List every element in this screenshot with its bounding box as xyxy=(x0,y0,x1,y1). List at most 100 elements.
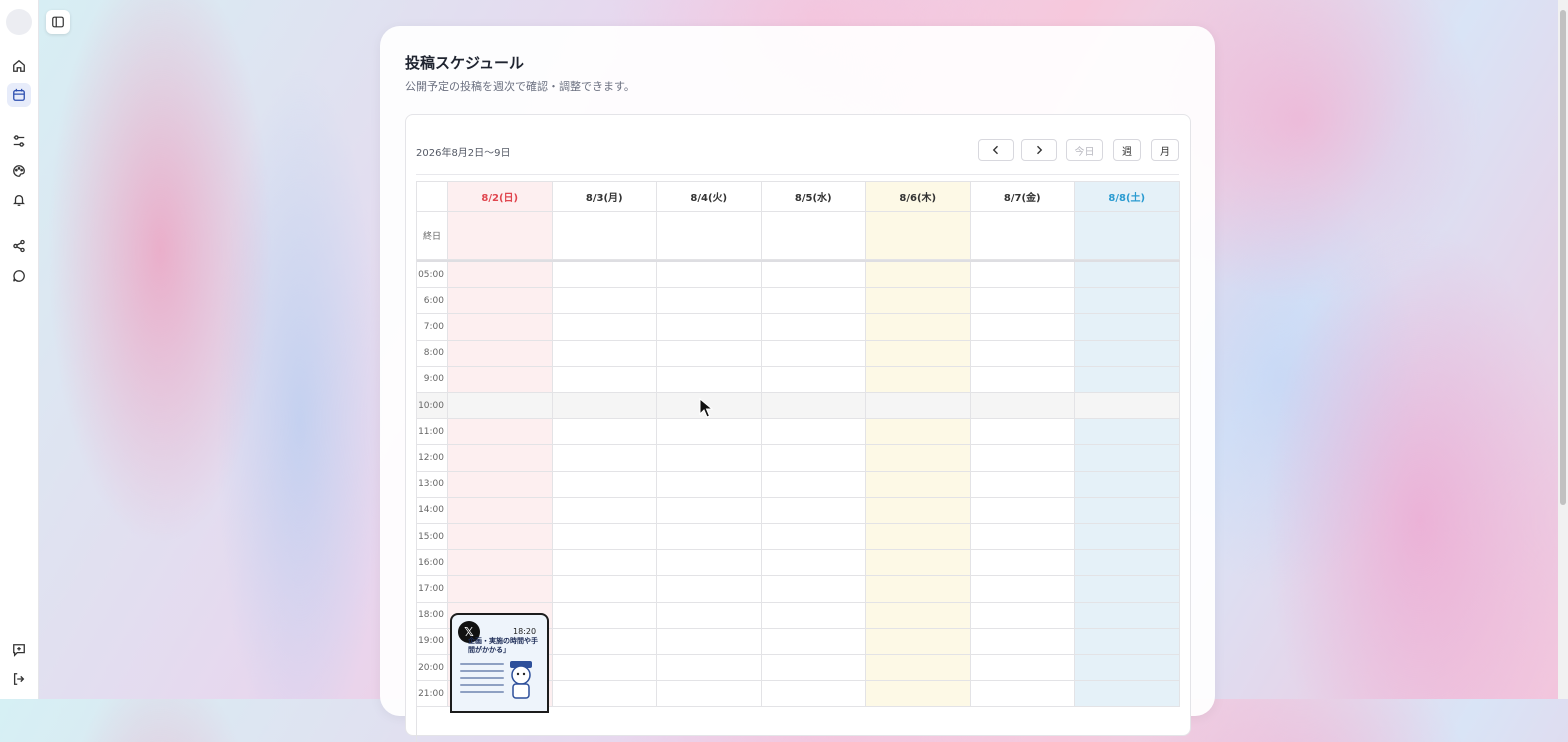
time-slot[interactable] xyxy=(448,419,553,446)
time-slot[interactable] xyxy=(657,340,762,367)
time-slot[interactable] xyxy=(552,550,657,577)
time-slot[interactable] xyxy=(448,262,553,289)
allday-cell[interactable] xyxy=(866,212,971,260)
time-slot[interactable] xyxy=(552,262,657,289)
time-slot[interactable] xyxy=(866,366,971,393)
time-slot[interactable] xyxy=(552,681,657,708)
time-slot[interactable] xyxy=(761,655,866,682)
time-slot[interactable] xyxy=(448,524,553,551)
time-slot[interactable] xyxy=(552,340,657,367)
time-slot[interactable] xyxy=(657,262,762,289)
day-header[interactable]: 8/3(月) xyxy=(552,182,657,212)
time-slot[interactable] xyxy=(866,576,971,603)
time-slot[interactable] xyxy=(1075,445,1180,472)
time-slot[interactable] xyxy=(552,497,657,524)
time-slot[interactable] xyxy=(761,393,866,420)
sidebar-toggle-icon[interactable] xyxy=(46,10,70,34)
time-slot[interactable] xyxy=(552,655,657,682)
time-slot[interactable] xyxy=(448,471,553,498)
time-slot[interactable] xyxy=(1075,393,1180,420)
time-slot[interactable] xyxy=(761,576,866,603)
time-slot[interactable] xyxy=(657,602,762,629)
time-slot[interactable] xyxy=(970,681,1075,708)
time-slot[interactable] xyxy=(866,288,971,315)
time-slot[interactable] xyxy=(970,655,1075,682)
time-slot[interactable] xyxy=(970,288,1075,315)
time-slot[interactable] xyxy=(1075,419,1180,446)
time-slot[interactable] xyxy=(448,550,553,577)
time-slot[interactable] xyxy=(866,393,971,420)
time-slot[interactable] xyxy=(866,419,971,446)
time-slot[interactable] xyxy=(866,655,971,682)
day-header[interactable]: 8/2(日) xyxy=(448,182,553,212)
time-slot[interactable] xyxy=(761,524,866,551)
time-slot[interactable] xyxy=(1075,681,1180,708)
time-slot[interactable] xyxy=(657,445,762,472)
time-slot[interactable] xyxy=(448,314,553,341)
time-slot[interactable] xyxy=(866,497,971,524)
allday-cell[interactable] xyxy=(1075,212,1180,260)
palette-icon[interactable] xyxy=(7,159,31,183)
time-slot[interactable] xyxy=(970,445,1075,472)
time-slot[interactable] xyxy=(657,314,762,341)
time-slot[interactable] xyxy=(552,524,657,551)
time-slot[interactable] xyxy=(1075,471,1180,498)
time-slot[interactable] xyxy=(448,497,553,524)
logout-icon[interactable] xyxy=(7,667,31,691)
share-icon[interactable] xyxy=(7,234,31,258)
time-slot[interactable] xyxy=(761,445,866,472)
time-slot[interactable] xyxy=(761,366,866,393)
time-slot[interactable] xyxy=(970,602,1075,629)
time-slot[interactable] xyxy=(761,681,866,708)
allday-cell[interactable] xyxy=(448,212,553,260)
time-slot[interactable] xyxy=(761,340,866,367)
time-slot[interactable] xyxy=(552,314,657,341)
time-slot[interactable] xyxy=(866,628,971,655)
time-slot[interactable] xyxy=(1075,262,1180,289)
time-slot[interactable] xyxy=(970,576,1075,603)
allday-cell[interactable] xyxy=(657,212,762,260)
time-slot[interactable] xyxy=(657,288,762,315)
day-header[interactable]: 8/6(木) xyxy=(866,182,971,212)
time-slot[interactable] xyxy=(970,524,1075,551)
prev-week-button[interactable] xyxy=(978,139,1014,161)
time-slot[interactable] xyxy=(761,628,866,655)
time-slot[interactable] xyxy=(657,419,762,446)
day-header[interactable]: 8/5(水) xyxy=(761,182,866,212)
time-slot[interactable] xyxy=(761,288,866,315)
chat-icon[interactable] xyxy=(7,264,31,288)
time-slot[interactable] xyxy=(657,550,762,577)
time-slot[interactable] xyxy=(970,393,1075,420)
time-slot[interactable] xyxy=(552,628,657,655)
day-header[interactable]: 8/4(火) xyxy=(657,182,762,212)
allday-cell[interactable] xyxy=(552,212,657,260)
time-slot[interactable] xyxy=(657,497,762,524)
time-slot[interactable] xyxy=(448,445,553,472)
time-slot[interactable] xyxy=(866,445,971,472)
time-slot[interactable] xyxy=(657,524,762,551)
today-button[interactable]: 今日 xyxy=(1066,139,1103,161)
time-slot[interactable] xyxy=(761,497,866,524)
time-slot[interactable] xyxy=(552,393,657,420)
time-slot[interactable] xyxy=(657,366,762,393)
time-slot[interactable] xyxy=(761,262,866,289)
bell-icon[interactable] xyxy=(7,188,31,212)
time-slot[interactable] xyxy=(657,628,762,655)
time-slot[interactable] xyxy=(1075,576,1180,603)
time-slot[interactable] xyxy=(552,288,657,315)
time-slot[interactable] xyxy=(866,262,971,289)
time-slot[interactable] xyxy=(866,471,971,498)
time-slot[interactable] xyxy=(1075,524,1180,551)
home-icon[interactable] xyxy=(7,54,31,78)
allday-cell[interactable] xyxy=(761,212,866,260)
time-slot[interactable] xyxy=(657,681,762,708)
scrollbar-thumb[interactable] xyxy=(1560,10,1566,505)
time-slot[interactable] xyxy=(1075,366,1180,393)
time-slot[interactable] xyxy=(761,419,866,446)
time-slot[interactable] xyxy=(970,471,1075,498)
time-slot[interactable] xyxy=(657,576,762,603)
time-slot[interactable] xyxy=(866,681,971,708)
day-header[interactable]: 8/7(金) xyxy=(970,182,1075,212)
time-slot[interactable] xyxy=(970,262,1075,289)
time-slot[interactable] xyxy=(1075,497,1180,524)
